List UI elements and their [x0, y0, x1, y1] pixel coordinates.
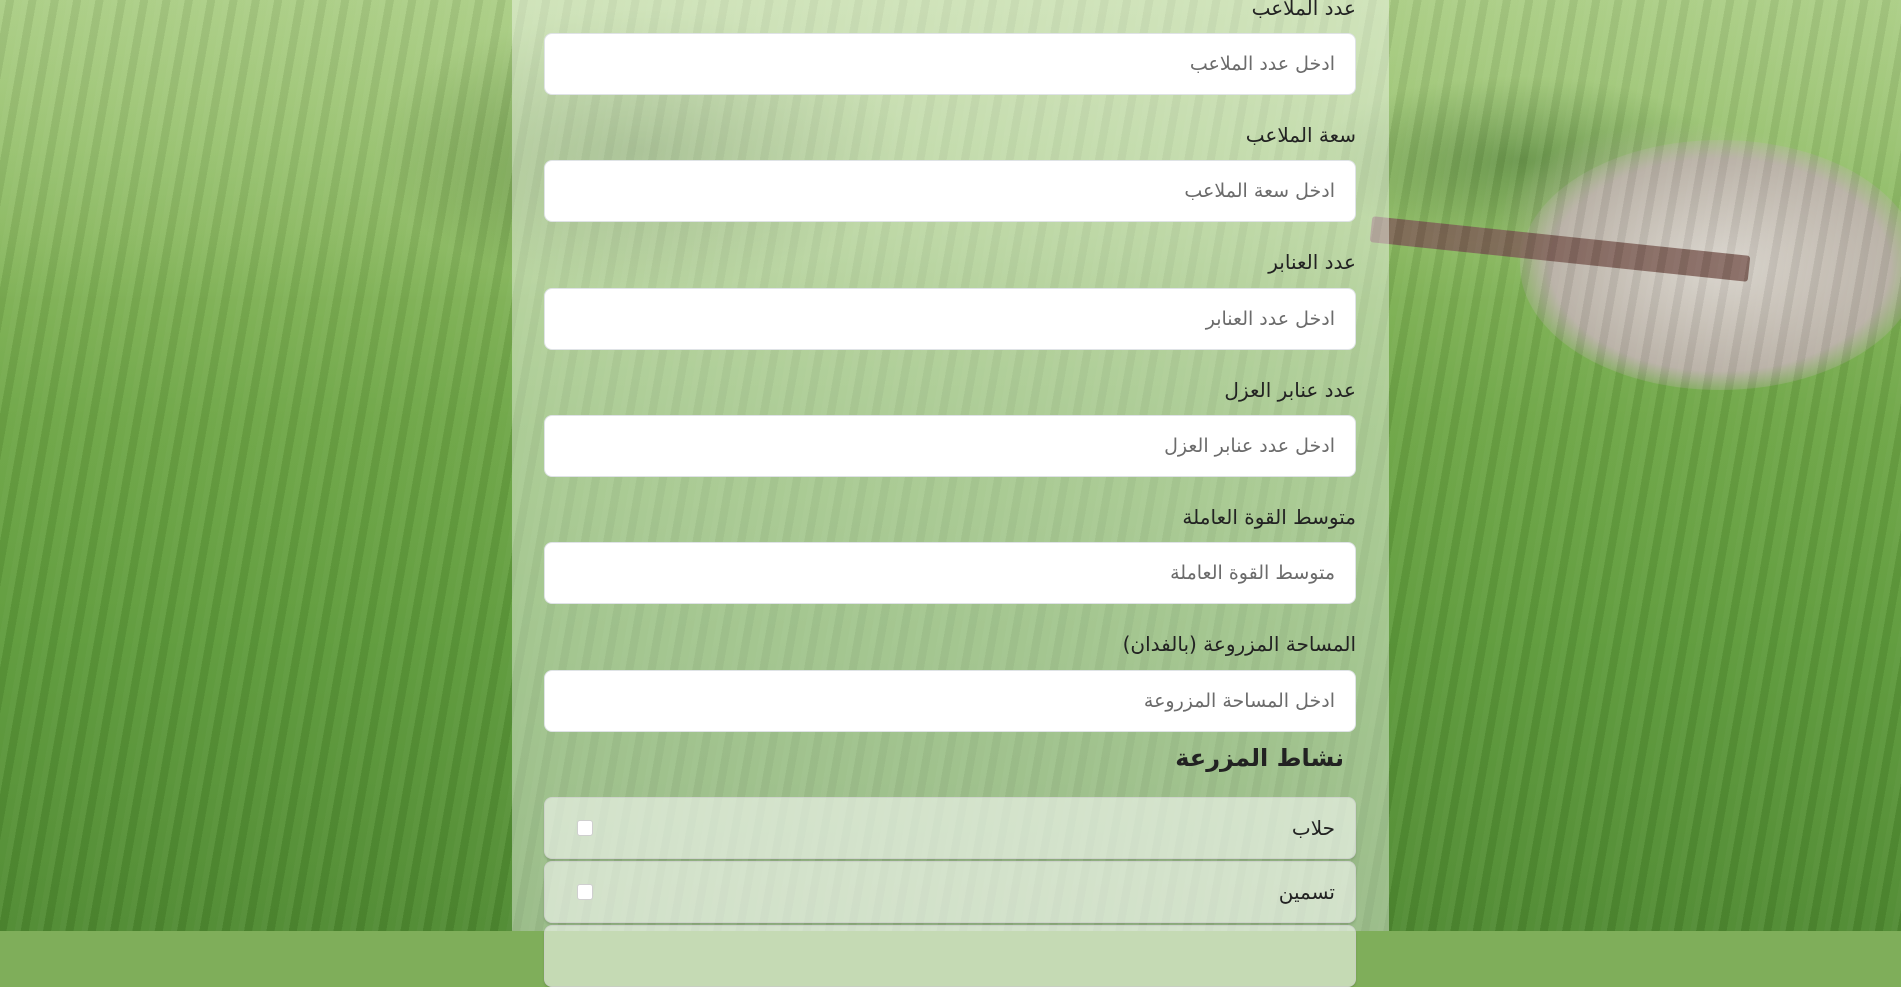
activity-option-label: تسمين — [1278, 880, 1335, 904]
field-label-cultivated-area: المساحة المزروعة (بالفدان) — [1122, 632, 1356, 656]
wards-count-input[interactable] — [544, 288, 1356, 350]
isolation-wards-count-input[interactable] — [544, 415, 1356, 477]
average-workforce-input[interactable] — [544, 542, 1356, 604]
field-label-wards-count: عدد العنابر — [1268, 250, 1356, 274]
checkbox-icon[interactable] — [577, 884, 593, 900]
activity-option-fattening[interactable]: تسمين — [544, 861, 1356, 923]
activity-option-next[interactable] — [544, 925, 1356, 987]
cultivated-area-input[interactable] — [544, 670, 1356, 732]
courts-count-input[interactable] — [544, 33, 1356, 95]
field-label-courts-count: عدد الملاعب — [1251, 0, 1356, 20]
field-label-courts-capacity: سعة الملاعب — [1245, 123, 1356, 147]
farm-activity-title: نشاط المزرعة — [1175, 744, 1344, 772]
activity-option-label: حلاب — [1291, 816, 1335, 840]
field-label-average-workforce: متوسط القوة العاملة — [1182, 505, 1356, 529]
checkbox-icon[interactable] — [577, 820, 593, 836]
field-label-isolation-wards-count: عدد عنابر العزل — [1224, 378, 1356, 402]
courts-capacity-input[interactable] — [544, 160, 1356, 222]
activity-option-dairy[interactable]: حلاب — [544, 797, 1356, 859]
